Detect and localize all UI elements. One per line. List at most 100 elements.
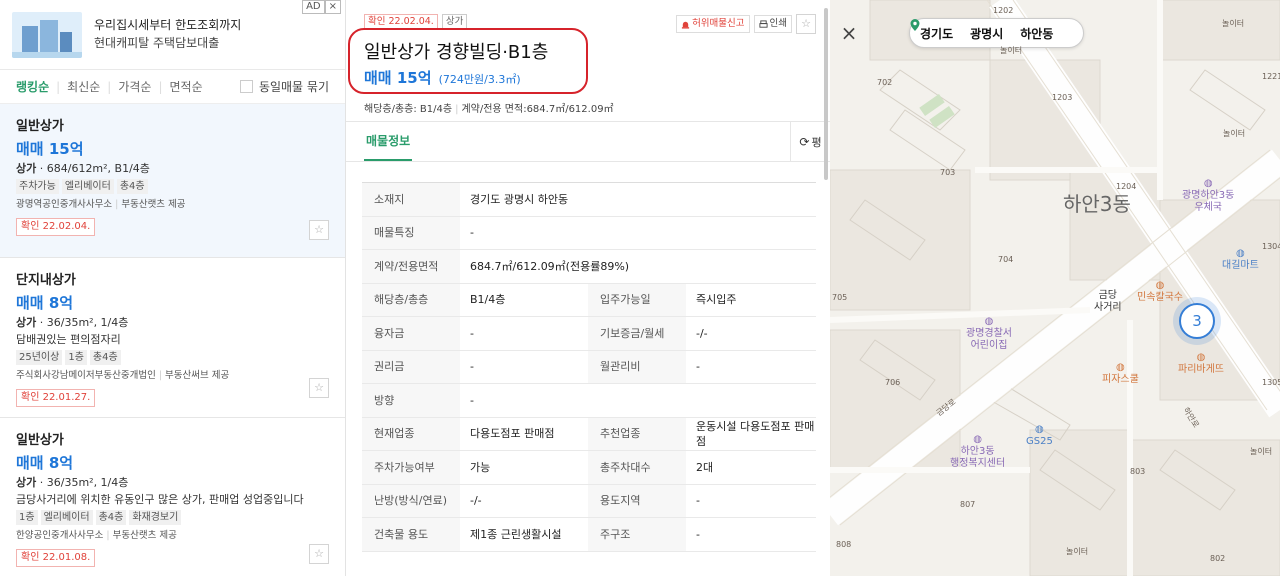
report-button[interactable]: 허위매물신고 [676, 15, 750, 33]
listing-spec: · 36/35m², 1/4층 [36, 476, 129, 489]
print-icon [758, 19, 768, 28]
info-value: 가능 [460, 450, 588, 485]
group-same-listing[interactable]: 동일매물 묶기 [239, 78, 329, 95]
confirm-date-badge: 확인 22.01.08. [16, 549, 96, 567]
tab-listing-info[interactable]: 매물정보 [364, 122, 413, 161]
list-item[interactable]: 일반상가 매매 8억 상가 · 36/35m², 1/4층 금당사거리에 위치한… [0, 418, 345, 576]
map-label: 1203 [1052, 93, 1073, 102]
map-label: 놀이터 [1066, 547, 1089, 556]
poi-bakery[interactable]: ◍ 파리바게뜨 [1178, 352, 1224, 376]
poi-post-office[interactable]: ◍ 광명하안3동 우체국 [1182, 178, 1234, 214]
favorite-star-icon[interactable]: ☆ [796, 14, 816, 34]
poi-label: 대길마트 [1222, 260, 1259, 271]
convenience-store-icon: ◍ [1035, 424, 1044, 435]
listing-provider: 부동산랫츠 제공 [121, 199, 186, 210]
ad-banner[interactable]: 우리집시세부터 한도조회까지 현대캐피탈 주택담보대출 AD × [0, 0, 345, 70]
map-label: 702 [877, 78, 893, 87]
info-row: 계약/전용면적 684.7㎡/612.09㎡(전용률89%) [362, 249, 816, 284]
listing-price: 매매 15억 [16, 140, 84, 158]
poi-pizza[interactable]: ◍ 피자스쿨 [1102, 362, 1139, 386]
mart-icon: ◍ [1236, 248, 1245, 259]
sort-latest[interactable]: 최신순 [67, 78, 100, 95]
report-label: 허위매물신고 [692, 18, 745, 29]
map-label: 706 [885, 378, 901, 387]
poi-mart[interactable]: ◍ 대길마트 [1222, 248, 1259, 272]
sort-area[interactable]: 면적순 [170, 78, 203, 95]
confirm-date-badge: 확인 22.02.04. [16, 218, 96, 236]
map-label: 808 [836, 540, 852, 549]
close-map-icon[interactable]: × [836, 20, 862, 46]
listing-agent: 한양공인중개사사무소 [16, 530, 104, 541]
poi-daycare[interactable]: ◍ 광명경찰서 어린이집 [966, 316, 1012, 352]
poi-community-center[interactable]: ◍ 하안3동 행정복지센터 [950, 434, 1005, 470]
info-value: - [460, 216, 816, 250]
info-key: 현재업종 [362, 417, 460, 451]
info-value: 684.7㎡/612.09㎡(전용률89%) [460, 249, 816, 284]
office-icon: ◍ [973, 434, 982, 445]
listing-agent: 주식회사강남메이저부동산중개법인 [16, 370, 156, 381]
listing-description: 금당사거리에 위치한 유동인구 많은 상가, 판매업 성업중입니다 [16, 493, 304, 506]
info-row: 소재지 경기도 광명시 하안동 [362, 182, 816, 217]
group-checkbox[interactable] [239, 80, 253, 93]
poi-label: 하안3동 행정복지센터 [950, 446, 1006, 469]
poi-label: 피자스쿨 [1102, 374, 1139, 385]
cluster-count: 3 [1179, 303, 1215, 339]
sort-ranking[interactable]: 랭킹순 [16, 78, 49, 95]
confirm-date-badge: 확인 22.01.27. [16, 389, 96, 407]
map-label: 703 [940, 168, 956, 177]
scrollbar[interactable] [824, 8, 828, 180]
sort-price[interactable]: 가격순 [118, 78, 151, 95]
map-view[interactable]: × 경기도 광명시 하안동 하안3동 1202 702 1203 1204 70… [830, 0, 1280, 576]
poi-convenience[interactable]: ◍ GS25 [1026, 424, 1053, 448]
poi-label: GS25 [1026, 436, 1053, 447]
listing-price: 매매 8억 [16, 294, 74, 312]
location-city[interactable]: 광명시 [970, 25, 1003, 42]
location-breadcrumb[interactable]: 경기도 광명시 하안동 [909, 18, 1084, 48]
listing-info-table: 소재지 경기도 광명시 하안동 매물특징 - 계약/전용면적 684.7㎡/612.09㎡… [362, 182, 816, 552]
list-item[interactable]: 단지내상가 매매 8억 상가 · 36/35m², 1/4층 담배권있는 편의점… [0, 258, 345, 418]
favorite-star-icon[interactable]: ☆ [309, 544, 329, 564]
ad-line2: 현대캐피탈 주택담보대출 [94, 36, 220, 50]
favorite-star-icon[interactable]: ☆ [309, 378, 329, 398]
detail-header: 확인 22.02.04. 상가 허위매물신고 인쇄 ☆ 일반상가 경향빌딩·B1… [346, 0, 830, 122]
print-button[interactable]: 인쇄 [753, 15, 792, 33]
listing-spec: · 36/35m², 1/4층 [36, 316, 129, 329]
info-row: 주차가능여부 가능 총주차대수 2대 [362, 450, 816, 485]
info-key: 건축물 용도 [362, 517, 460, 552]
info-key: 총주차대수 [588, 450, 686, 485]
info-key: 주구조 [588, 517, 686, 552]
poi-noodle[interactable]: ◍ 민속칼국수 [1137, 280, 1183, 304]
info-key: 주차가능여부 [362, 450, 460, 485]
list-item[interactable]: 일반상가 매매 15억 상가 · 684/612m², B1/4층 주차가능 엘… [0, 104, 345, 258]
info-key: 월관리비 [588, 350, 686, 384]
restaurant-icon: ◍ [1116, 362, 1125, 373]
favorite-star-icon[interactable]: ☆ [309, 220, 329, 240]
map-label: 705 [832, 293, 848, 302]
info-key: 방향 [362, 383, 460, 418]
listing-cluster-marker[interactable]: 3 [1173, 297, 1221, 345]
ad-close-icon[interactable]: × [324, 0, 341, 14]
poi-label: 광명경찰서 어린이집 [966, 328, 1012, 351]
listing-description: 담배권있는 편의점자리 [16, 333, 121, 346]
district-label: 하안3동 [1063, 192, 1131, 216]
info-value: 경기도 광명시 하안동 [460, 182, 816, 217]
listing-provider: 부동산랫츠 제공 [112, 530, 177, 541]
info-key: 매물특징 [362, 216, 460, 250]
info-value: -/- [460, 484, 588, 518]
listing-tag: 총4층 [89, 350, 121, 365]
listing-spec: · 684/612m², B1/4층 [36, 162, 150, 175]
map-label: 놀이터 [1250, 447, 1273, 456]
listing-tag: 25년이상 [16, 350, 63, 365]
location-dong[interactable]: 하안동 [1020, 25, 1053, 42]
summary-floor: 해당층/총층: B1/4층 [364, 104, 453, 115]
info-key: 소재지 [362, 182, 460, 217]
listing-agent: 광명역공인중개사사무소 [16, 199, 113, 210]
info-value: - [460, 383, 816, 418]
listing-panel: 우리집시세부터 한도조회까지 현대캐피탈 주택담보대출 AD × 랭킹순 | 최… [0, 0, 346, 576]
info-value: - [460, 316, 588, 351]
location-province[interactable]: 경기도 [920, 25, 953, 42]
info-key: 융자금 [362, 316, 460, 351]
map-label: 놀이터 [1223, 129, 1246, 138]
listing-name: 단지내상가 [16, 273, 76, 288]
listing-name: 일반상가 [16, 119, 64, 134]
